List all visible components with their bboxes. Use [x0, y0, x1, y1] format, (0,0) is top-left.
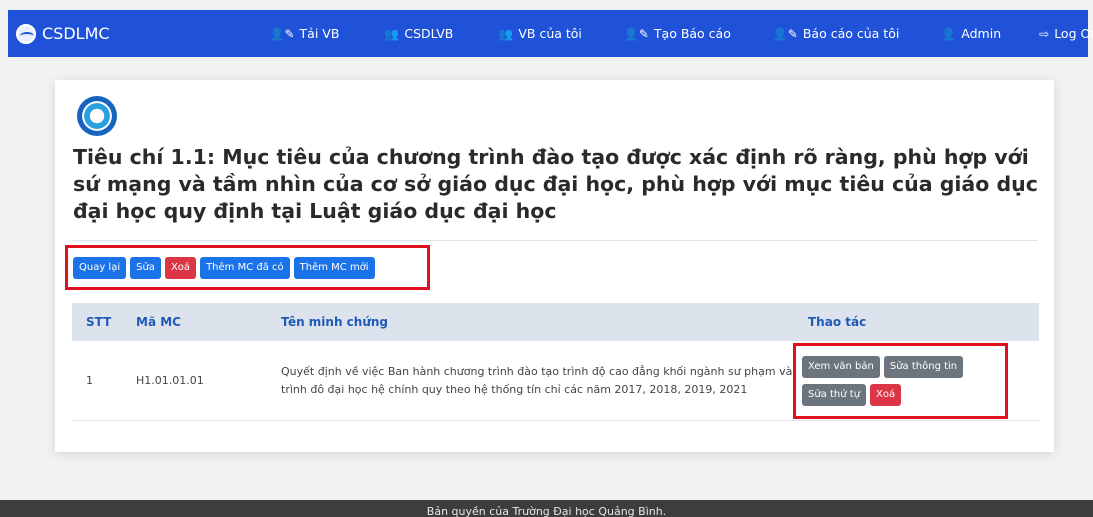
nav-label: VB của tôi [518, 26, 582, 41]
nav-bao-cao-cua-toi[interactable]: 👤✎ Báo cáo của tôi [773, 26, 899, 41]
user-icon: 👤 [941, 26, 957, 41]
top-navbar: CSDLMC 👤✎ Tải VB 👥 CSDLVB 👥 VB của tôi 👤… [8, 10, 1093, 57]
nav-log-out[interactable]: ⇨ Log Out [1039, 26, 1093, 41]
main-card: Tiêu chí 1.1: Mục tiêu của chương trình … [55, 80, 1054, 452]
view-document-button[interactable]: Xem văn bản [802, 355, 880, 378]
header-code: Mã MC [136, 315, 181, 329]
nav-tao-bao-cao[interactable]: 👤✎ Tạo Báo cáo [624, 26, 731, 41]
user-edit-icon: 👤✎ [269, 26, 295, 41]
sign-out-icon: ⇨ [1039, 26, 1050, 41]
nav-vb-cua-toi[interactable]: 👥 VB của tôi [498, 26, 582, 41]
nav-label: Tải VB [299, 26, 340, 41]
divider [73, 240, 1038, 241]
add-existing-evidence-button[interactable]: Thêm MC đã có [200, 256, 290, 279]
university-logo [77, 96, 117, 136]
nav-admin[interactable]: 👤 Admin [941, 26, 1001, 41]
nav-csdlvb[interactable]: 👥 CSDLVB [384, 26, 453, 41]
footer: Bản quyền của Trường Đại học Quảng Bình. [0, 500, 1093, 517]
users-icon: 👥 [384, 26, 400, 41]
nav-label: Tạo Báo cáo [653, 26, 731, 41]
nav-label: CSDLVB [404, 26, 454, 41]
user-edit-icon: 👤✎ [623, 26, 649, 41]
header-name: Tên minh chứng [281, 315, 389, 329]
cell-name: Quyết định về việc Ban hành chương trình… [281, 364, 793, 396]
evidence-table: STT Mã MC Tên minh chứng Thao tác 1 H1.0… [72, 303, 1039, 421]
row-actions: Xem văn bản Sửa thông tin Sửa thứ tự Xoá [793, 342, 1008, 419]
edit-info-button[interactable]: Sửa thông tin [883, 355, 964, 378]
back-button[interactable]: Quay lại [73, 256, 127, 279]
table-row: 1 H1.01.01.01 Quyết định về việc Ban hàn… [72, 341, 1039, 421]
row-delete-button[interactable]: Xoá [870, 383, 902, 406]
header-ops: Thao tác [808, 315, 867, 329]
brand-logo-icon [16, 23, 36, 44]
users-icon: 👥 [498, 26, 514, 41]
page-title: Tiêu chí 1.1: Mục tiêu của chương trình … [73, 145, 1038, 223]
nav-items: 👤✎ Tải VB 👥 CSDLVB 👥 VB của tôi 👤✎ Tạo B… [270, 26, 1093, 41]
nav-label: Log Out [1054, 26, 1093, 41]
cell-stt: 1 [86, 374, 93, 387]
brand-name: CSDLMC [42, 24, 110, 43]
nav-tai-vb[interactable]: 👤✎ Tải VB [270, 26, 340, 41]
user-edit-icon: 👤✎ [772, 26, 798, 41]
cell-code: H1.01.01.01 [136, 374, 204, 387]
nav-label: Báo cáo của tôi [802, 26, 900, 41]
edit-button[interactable]: Sửa [130, 256, 161, 279]
nav-label: Admin [961, 26, 1002, 41]
header-stt: STT [86, 315, 112, 329]
add-new-evidence-button[interactable]: Thêm MC mới [293, 256, 375, 279]
delete-button[interactable]: Xoá [164, 256, 197, 279]
cell-ops: Xem văn bản Sửa thông tin Sửa thứ tự Xoá [793, 342, 1039, 419]
brand[interactable]: CSDLMC [8, 23, 110, 44]
copyright-text: Bản quyền của Trường Đại học Quảng Bình. [426, 505, 667, 517]
table-header: STT Mã MC Tên minh chứng Thao tác [72, 303, 1039, 341]
action-toolbar: Quay lại Sửa Xoá Thêm MC đã có Thêm MC m… [65, 245, 430, 290]
edit-order-button[interactable]: Sửa thứ tự [802, 383, 867, 406]
